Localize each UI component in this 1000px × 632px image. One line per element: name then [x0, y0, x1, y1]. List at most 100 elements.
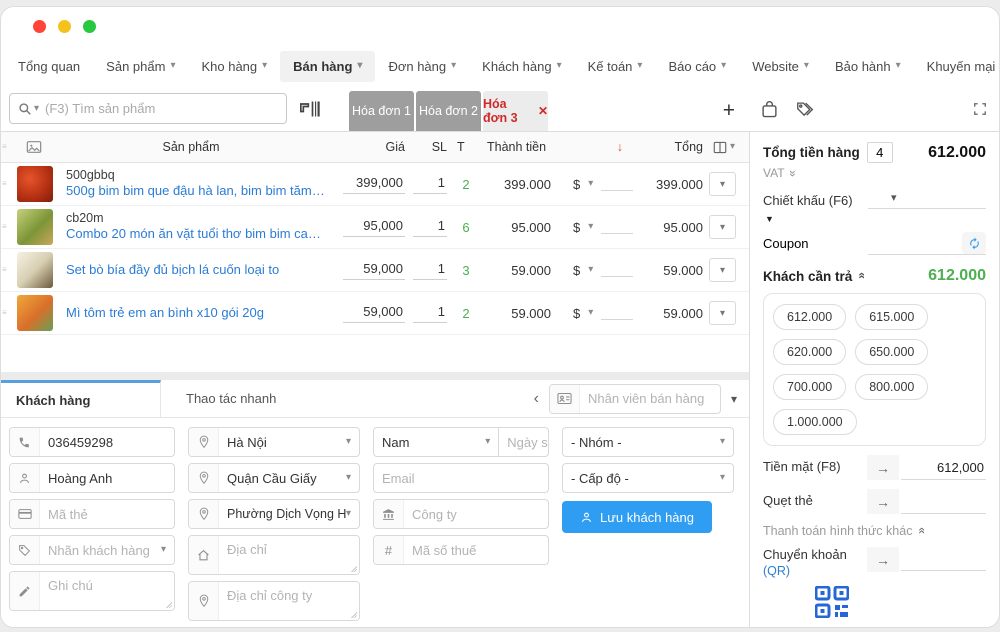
col-stock[interactable]: T: [451, 140, 481, 154]
nav-bao-hanh[interactable]: Bảo hành▾: [822, 51, 914, 82]
table-row[interactable]: ≡ 500gbbq500g bim bim que đậu hà lan, bi…: [1, 163, 749, 206]
quantity-field[interactable]: 1: [413, 218, 447, 237]
col-product[interactable]: Sản phẩm: [57, 140, 325, 154]
tab-hoa-don-2[interactable]: Hóa đơn 2: [416, 91, 481, 131]
drag-handle-icon[interactable]: ≡: [1, 266, 11, 274]
tab-khach-hang[interactable]: Khách hàng: [1, 380, 161, 417]
product-name-link[interactable]: Set bò bía đầy đủ bịch lá cuốn loại to: [66, 262, 325, 279]
search-scope-selector[interactable]: ▾: [10, 102, 45, 116]
fullscreen-icon[interactable]: [973, 102, 987, 116]
level-select[interactable]: - Cấp độ - ▾: [562, 463, 734, 493]
company-input[interactable]: [404, 507, 548, 522]
amount-pill[interactable]: 800.000: [855, 374, 928, 400]
staff-input[interactable]: [580, 391, 720, 406]
nav-khach-hang[interactable]: Khách hàng▾: [469, 51, 574, 82]
transfer-qr-label[interactable]: (QR): [763, 564, 790, 578]
nav-san-pham[interactable]: Sản phẩm▾: [93, 51, 188, 82]
save-customer-button[interactable]: Lưu khách hàng: [562, 501, 712, 533]
price-field[interactable]: 95,000: [343, 218, 405, 237]
discount-input[interactable]: [601, 220, 633, 234]
table-row[interactable]: ≡ cb20mCombo 20 món ăn vặt tuổi thơ bim …: [1, 206, 749, 249]
cash-input[interactable]: [901, 460, 986, 475]
qr-code-icon[interactable]: [815, 586, 986, 618]
amount-pill[interactable]: 1.000.000: [773, 409, 857, 435]
other-methods-label[interactable]: Thanh toán hình thức khác: [763, 524, 912, 538]
discount-input[interactable]: [601, 306, 633, 320]
address-input[interactable]: [219, 536, 359, 574]
nav-kho-hang[interactable]: Kho hàng▾: [188, 51, 280, 82]
item-count[interactable]: 4: [867, 142, 893, 163]
transfer-input[interactable]: [901, 551, 986, 566]
bag-icon[interactable]: [761, 100, 778, 119]
vat-label[interactable]: VAT: [763, 166, 785, 180]
card-input[interactable]: [901, 494, 986, 509]
customer-label-select[interactable]: Nhãn khách hàng ▾: [9, 535, 175, 565]
nav-khuyen-mai[interactable]: Khuyến mại▾: [914, 51, 1000, 82]
quantity-field[interactable]: 1: [413, 304, 447, 323]
chevron-down-icon[interactable]: ▾: [891, 193, 897, 204]
coupon-input[interactable]: [868, 231, 986, 255]
card-fill-button[interactable]: →: [867, 489, 899, 514]
double-chevron-up-icon[interactable]: »: [914, 528, 928, 534]
tab-thao-tac-nhanh[interactable]: Thao tác nhanh: [171, 380, 291, 417]
amount-pill[interactable]: 615.000: [855, 304, 928, 330]
table-row[interactable]: ≡ Mì tôm trẻ em an bình x10 gói 20g 59,0…: [1, 292, 749, 335]
tab-hoa-don-1[interactable]: Hóa đơn 1: [349, 91, 414, 131]
group-select[interactable]: - Nhóm - ▾: [562, 427, 734, 457]
double-chevron-up-icon[interactable]: »: [854, 273, 868, 279]
dob-input[interactable]: [499, 435, 549, 450]
row-expand-button[interactable]: ▾: [709, 301, 736, 325]
col-qty[interactable]: SL: [405, 140, 451, 154]
nav-tong-quan[interactable]: Tổng quan: [5, 51, 93, 82]
barcode-scanner-icon[interactable]: [299, 99, 321, 119]
name-input[interactable]: [40, 471, 174, 486]
double-chevron-down-icon[interactable]: »: [785, 170, 799, 176]
product-name-link[interactable]: 500g bim bim que đậu hà lan, bim bim tăm…: [66, 183, 325, 200]
tab-hoa-don-3[interactable]: Hóa đơn 3 ✕: [483, 91, 548, 131]
column-settings-button[interactable]: ▾: [709, 141, 749, 154]
price-field[interactable]: 59,000: [343, 304, 405, 323]
drag-handle-icon[interactable]: ≡: [1, 309, 11, 317]
nav-website[interactable]: Website▾: [739, 51, 822, 82]
col-price[interactable]: Giá: [325, 140, 405, 154]
note-input[interactable]: [40, 572, 174, 610]
nav-don-hang[interactable]: Đơn hàng▾: [375, 51, 469, 82]
discount-input[interactable]: [601, 263, 633, 277]
ward-select[interactable]: Phường Dịch Vọng Hậu ▾: [188, 499, 360, 529]
row-expand-button[interactable]: ▾: [709, 258, 736, 282]
company-address-input[interactable]: [219, 582, 359, 620]
close-tab-icon[interactable]: ✕: [538, 104, 548, 118]
email-input[interactable]: [374, 471, 549, 486]
quantity-field[interactable]: 1: [413, 175, 447, 194]
discount-type-caret-icon[interactable]: ▼: [765, 214, 986, 224]
refresh-icon[interactable]: [962, 232, 986, 254]
discount-input[interactable]: [868, 191, 986, 209]
minimize-window-button[interactable]: [58, 20, 71, 33]
add-invoice-button[interactable]: +: [723, 100, 749, 121]
discount-type-dropdown[interactable]: $▾: [561, 263, 633, 278]
city-select[interactable]: Hà Nội ▾: [188, 427, 360, 457]
district-select[interactable]: Quận Cầu Giấy ▾: [188, 463, 360, 493]
transfer-fill-button[interactable]: →: [867, 547, 899, 572]
cash-fill-button[interactable]: →: [867, 455, 899, 480]
amount-pill[interactable]: 612.000: [773, 304, 846, 330]
row-expand-button[interactable]: ▾: [709, 172, 736, 196]
amount-pill[interactable]: 650.000: [855, 339, 928, 365]
discount-type-dropdown[interactable]: $▾: [561, 306, 633, 321]
amount-pill[interactable]: 700.000: [773, 374, 846, 400]
maximize-window-button[interactable]: [83, 20, 96, 33]
discount-input[interactable]: [601, 177, 633, 191]
card-input[interactable]: [40, 507, 174, 522]
amount-pill[interactable]: 620.000: [773, 339, 846, 365]
sort-desc-icon[interactable]: ↓: [561, 140, 633, 154]
row-expand-button[interactable]: ▾: [709, 215, 736, 239]
close-window-button[interactable]: [33, 20, 46, 33]
nav-bao-cao[interactable]: Báo cáo▾: [655, 51, 739, 82]
search-input[interactable]: [45, 101, 286, 116]
quantity-field[interactable]: 1: [413, 261, 447, 280]
drag-handle-icon[interactable]: ≡: [1, 223, 11, 231]
chevron-left-icon[interactable]: ‹: [534, 390, 539, 408]
product-name-link[interactable]: Mì tôm trẻ em an bình x10 gói 20g: [66, 305, 325, 322]
phone-input[interactable]: [40, 435, 174, 450]
price-field[interactable]: 59,000: [343, 261, 405, 280]
